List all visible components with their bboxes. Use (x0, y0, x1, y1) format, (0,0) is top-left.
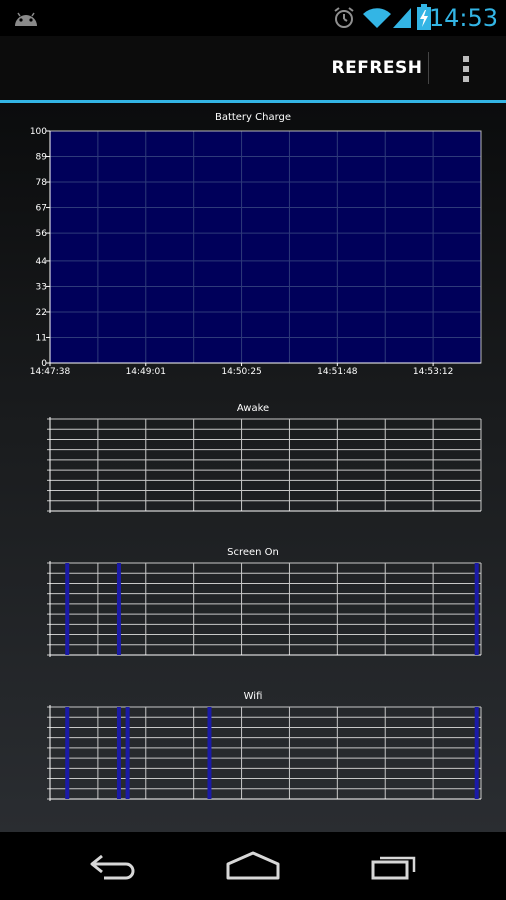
back-button[interactable] (62, 832, 162, 900)
battery-y-ticks: 10089786756443322110 (30, 127, 50, 369)
screen-on-event-bar (474, 563, 479, 655)
content-area: Battery Charge 100 89 78 67 56 44 33 22 11 0 14:4… (0, 103, 506, 832)
battery-y-tick-label: 56 (36, 229, 48, 239)
battery-x-tick-label: 14:51:48 (317, 367, 358, 377)
recent-apps-icon (371, 856, 416, 880)
screen-on-event-bar (116, 563, 121, 655)
battery-y-tick-label: 100 (30, 127, 47, 137)
wifi-event-bar (125, 707, 130, 799)
screen-on-grid (47, 562, 482, 656)
battery-y-tick-label: 33 (36, 282, 47, 292)
overflow-menu-icon (463, 56, 469, 82)
status-bar: 14:53 (0, 0, 506, 36)
battery-y-tick-label: 44 (36, 257, 48, 267)
action-bar-divider (428, 52, 429, 84)
screen-on-chart-title: Screen On (227, 547, 279, 558)
wifi-event-bar (207, 707, 212, 799)
wifi-event-bar (116, 707, 121, 799)
battery-x-ticks: 14:47:38 14:49:01 14:50:25 14:51:48 14:53:12 (30, 363, 453, 377)
screen-on-event-bar (65, 563, 70, 655)
wifi-grid (47, 706, 482, 800)
overflow-menu-button[interactable] (446, 36, 488, 100)
home-button[interactable] (203, 832, 303, 900)
alarm-icon (334, 7, 354, 28)
battery-chart-title: Battery Charge (214, 112, 292, 123)
android-icon (15, 12, 37, 26)
battery-y-tick-label: 78 (36, 178, 48, 188)
battery-y-tick-label: 22 (36, 308, 47, 318)
awake-chart-title: Awake (236, 403, 270, 414)
recent-apps-button[interactable] (344, 832, 444, 900)
battery-x-tick-label: 14:49:01 (126, 367, 166, 377)
battery-x-tick-label: 14:47:38 (30, 367, 71, 377)
battery-x-tick-label: 14:50:25 (221, 367, 261, 377)
battery-y-tick-label: 89 (36, 153, 48, 163)
refresh-button[interactable]: REFRESH (330, 36, 424, 100)
battery-y-tick-label: 67 (36, 204, 47, 214)
action-bar (0, 36, 506, 100)
home-icon (226, 851, 280, 880)
awake-chart (47, 417, 482, 513)
wifi-chart (47, 705, 482, 801)
wifi-event-bar (65, 707, 70, 799)
awake-grid (47, 418, 482, 512)
battery-x-tick-label: 14:53:12 (413, 367, 453, 377)
screen-on-chart (47, 561, 482, 657)
wifi-event-bar (474, 707, 479, 799)
wifi-chart-title: Wifi (243, 691, 263, 702)
battery-y-tick-label: 11 (36, 333, 47, 343)
battery-charge-chart: 10089786756443322110 14:47:38 14:49:01 14:… (30, 127, 482, 377)
wifi-icon (363, 8, 391, 28)
battery-area (50, 131, 481, 363)
back-icon (90, 854, 135, 880)
navigation-bar (0, 832, 506, 900)
signal-icon (393, 8, 411, 28)
status-time: 14:53 (428, 4, 498, 32)
